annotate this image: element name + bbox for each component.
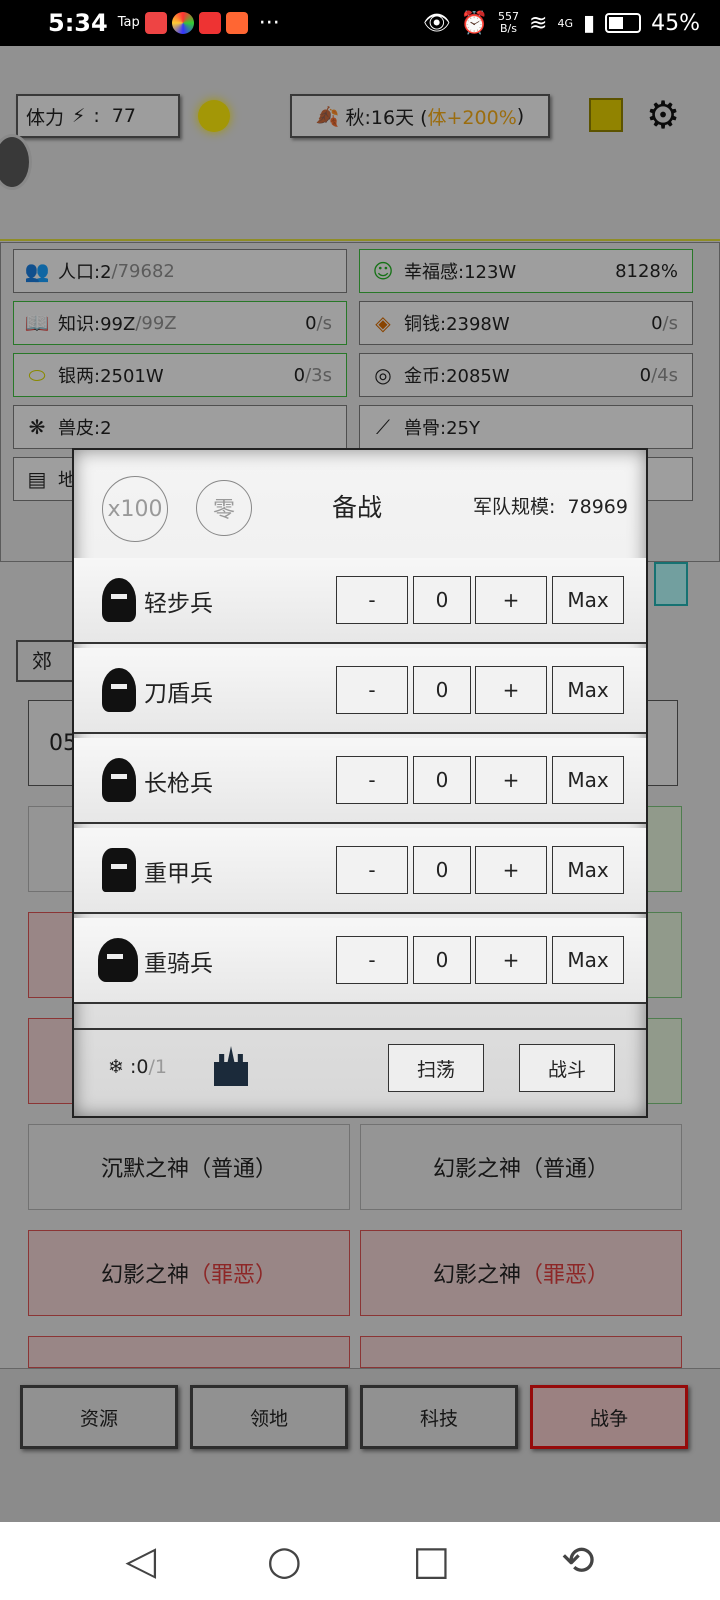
unit-row-spearman: 长枪兵 - 0 + Max [74, 738, 646, 824]
status-bar: 5:34 Tap ··· 👁 ⏰ 557 B/s ≋ 4G ▮ 45% [0, 0, 720, 46]
notification-app-icon [225, 12, 248, 34]
dialog-title: 备战 [332, 493, 383, 522]
helmet-icon [102, 668, 136, 712]
recent-apps-icon[interactable]: □ [413, 1538, 451, 1584]
decrease-button[interactable]: - [336, 756, 408, 804]
helmet-icon [102, 578, 136, 622]
back-icon[interactable]: ◁ [125, 1538, 156, 1584]
helmet-icon [102, 758, 136, 802]
increase-button[interactable]: + [475, 576, 547, 624]
decrease-button[interactable]: - [336, 936, 408, 984]
unit-row-light-infantry: 轻步兵 - 0 + Max [74, 558, 646, 644]
unit-name: 刀盾兵 [144, 681, 213, 707]
sweep-button[interactable]: 扫荡 [388, 1044, 484, 1092]
increase-button[interactable]: + [475, 936, 547, 984]
rotate-icon[interactable]: ⟲ [561, 1538, 595, 1584]
unit-count-field[interactable]: 0 [413, 846, 471, 894]
unit-row-sword-shield: 刀盾兵 - 0 + Max [74, 648, 646, 734]
more-notifications-icon: ··· [258, 10, 280, 36]
sweep-count: ❄ :0/1 [108, 1056, 167, 1078]
reset-button[interactable]: 零 [196, 480, 252, 536]
wifi-icon: ≋ [529, 10, 548, 36]
unit-name: 重骑兵 [144, 951, 213, 977]
notification-app-icon [171, 12, 194, 34]
increase-button[interactable]: + [475, 846, 547, 894]
castle-icon [214, 1046, 248, 1086]
network-speed: 557 B/s [498, 10, 520, 35]
increase-button[interactable]: + [475, 666, 547, 714]
unit-row-heavy-armor: 重甲兵 - 0 + Max [74, 828, 646, 914]
dialog-footer: ❄ :0/1 扫荡 战斗 [74, 1028, 646, 1118]
dialog-header: x100 零 备战 军队规模: 78969 [74, 450, 646, 562]
unit-count-field[interactable]: 0 [413, 936, 471, 984]
unit-name: 轻步兵 [144, 591, 213, 617]
unit-name: 重甲兵 [144, 861, 213, 887]
increase-button[interactable]: + [475, 756, 547, 804]
system-nav-bar: ◁ ○ □ ⟲ [0, 1522, 720, 1600]
helmet-icon [98, 938, 138, 982]
notification-app-icon [198, 12, 221, 34]
signal-icon: ▮ [582, 10, 596, 36]
alarm-icon: ⏰ [460, 10, 489, 36]
decrease-button[interactable]: - [336, 666, 408, 714]
multiplier-button[interactable]: x100 [102, 476, 168, 542]
network-type: 4G [557, 16, 573, 30]
status-time: 5:34 [48, 9, 108, 37]
unit-count-field[interactable]: 0 [413, 576, 471, 624]
max-button[interactable]: Max [552, 846, 624, 894]
battle-prep-dialog: x100 零 备战 军队规模: 78969 轻步兵 - 0 + Max 刀盾兵 … [72, 448, 648, 1118]
helmet-icon [102, 848, 136, 892]
army-size: 军队规模: 78969 [473, 496, 628, 518]
battery-percent: 45% [651, 10, 700, 36]
max-button[interactable]: Max [552, 936, 624, 984]
fight-button[interactable]: 战斗 [519, 1044, 615, 1092]
unit-name: 长枪兵 [144, 771, 213, 797]
max-button[interactable]: Max [552, 756, 624, 804]
eye-icon: 👁 [422, 10, 451, 36]
decrease-button[interactable]: - [336, 846, 408, 894]
max-button[interactable]: Max [552, 666, 624, 714]
unit-row-heavy-cavalry: 重骑兵 - 0 + Max [74, 918, 646, 1004]
battery-icon [605, 13, 642, 33]
unit-count-field[interactable]: 0 [413, 756, 471, 804]
decrease-button[interactable]: - [336, 576, 408, 624]
notification-app-icon [144, 12, 167, 34]
unit-count-field[interactable]: 0 [413, 666, 471, 714]
tap-app-icon: Tap [117, 12, 140, 34]
max-button[interactable]: Max [552, 576, 624, 624]
home-icon[interactable]: ○ [267, 1538, 302, 1584]
